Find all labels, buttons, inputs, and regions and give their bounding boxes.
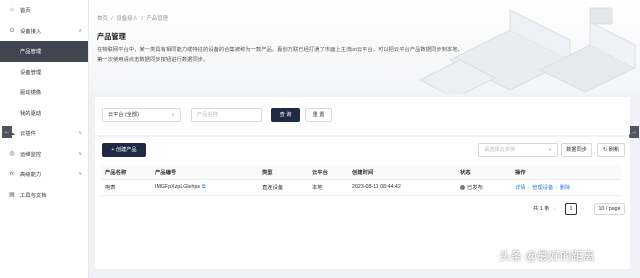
search-card: 云平台 (全部) ∨ 产品名称 查 询 重 置 [95, 97, 630, 135]
col-header-code: 产品编号 [151, 165, 258, 180]
sidebar-item-label: 运维监控 [20, 151, 42, 158]
query-button[interactable]: 查 询 [271, 108, 300, 122]
cell-product-code: IMGFpXzpLGlehps ⧉ [151, 179, 258, 196]
page-description-line: 在物联网平台中，某一类具有相同能力或特征的设备的合集被称为一款产品。嘉创万联已经… [97, 47, 463, 53]
sidebar-item-tools-docs[interactable]: ▤ 工具与文档 [0, 185, 88, 206]
cloud-instance-select[interactable]: 请选择云实例 ∨ [478, 143, 558, 157]
sidebar-item-label: 云插件 [20, 131, 36, 138]
docs-icon: ▤ [9, 192, 15, 199]
page-size-select[interactable]: 10 / page [594, 203, 625, 215]
reset-button[interactable]: 重 置 [305, 108, 332, 122]
device-icon: ⊙ [9, 28, 15, 35]
prev-page-icon[interactable]: ‹ [554, 203, 556, 215]
col-header-status: 状态 [456, 165, 511, 180]
cell-actions: 详情 / 管理设备 / 删除 [511, 179, 621, 196]
breadcrumb-current: 产品管理 [146, 16, 168, 22]
action-separator: / [528, 185, 530, 191]
refresh-label: 刷新 [608, 147, 620, 153]
col-header-platform: 云平台 [308, 165, 348, 180]
col-header-created: 创建时间 [348, 165, 456, 180]
chevron-down-icon: ∨ [78, 171, 82, 178]
data-sync-button[interactable]: 数据同步 [561, 143, 592, 157]
sidebar-item-ops-monitor[interactable]: ◎ 运维监控 ∨ [0, 144, 88, 165]
sidebar-item-cloud-plugin[interactable]: ☁ 云插件 ∨ [0, 123, 88, 144]
detail-link[interactable]: 详情 [515, 185, 526, 191]
sidebar-item-label: 产品管理 [20, 49, 42, 56]
copy-icon[interactable]: ⧉ [202, 184, 206, 190]
cloud-instance-placeholder: 请选择云实例 [484, 147, 516, 153]
product-code-text: IMGFpXzpLGlehps [155, 184, 201, 190]
product-name-input[interactable]: 产品名称 [191, 108, 262, 122]
cell-type: 直连设备 [258, 179, 308, 196]
manage-devices-link[interactable]: 管理设备 [532, 185, 553, 191]
sidebar-item-label: 我的驱动 [20, 110, 42, 117]
cell-product-name: 电表 [101, 179, 151, 196]
monitor-icon: ◎ [9, 151, 15, 158]
sidebar-item-device-access[interactable]: ⊙ 设备接入 ∧ [0, 21, 88, 42]
sidebar: ⌂ 首页 ⊙ 设备接入 ∧ 产品管理 设备管理 驱动镜像 我的驱动 ☁ 云插件 … [0, 0, 89, 278]
page-description-line: 第一次使用请点击数据同步按钮进行数据同步。 [97, 56, 209, 63]
home-icon: ⌂ [10, 7, 14, 14]
breadcrumb-sep: / [141, 16, 143, 22]
cell-created-time: 2023-08-11 08:44:42 [348, 179, 456, 196]
sidebar-item-product-management[interactable]: 产品管理 [0, 41, 88, 62]
product-name-placeholder: 产品名称 [197, 112, 218, 118]
sidebar-item-device-management[interactable]: 设备管理 [0, 62, 88, 83]
delete-link[interactable]: 删除 [560, 185, 571, 191]
action-separator: / [555, 185, 558, 191]
platform-select[interactable]: 云平台 (全部) ∨ [102, 108, 181, 122]
sidebar-item-label: 首页 [20, 8, 31, 15]
breadcrumb-home[interactable]: 首页 [97, 16, 108, 22]
breadcrumb: 首页 / 设备接入 / 产品管理 [97, 14, 170, 22]
status-badge: 已发布 [467, 185, 483, 191]
chevron-down-icon: ∨ [78, 150, 82, 157]
sidebar-item-driver-image[interactable]: 驱动镜像 [0, 82, 88, 103]
cell-status: 已发布 [456, 179, 511, 196]
chevron-down-icon: ∨ [548, 147, 552, 153]
next-page-icon[interactable]: › [582, 203, 584, 215]
chevron-up-icon: ∧ [78, 27, 82, 34]
watermark: 头条 @最好的距离 [499, 251, 595, 263]
chevron-down-icon: ∨ [78, 130, 82, 137]
sidebar-item-advanced[interactable]: fx 高级能力 ∨ [0, 164, 88, 185]
breadcrumb-device-access[interactable]: 设备接入 [116, 16, 138, 22]
sidebar-item-label: 设备管理 [20, 69, 42, 76]
refresh-button[interactable]: ↻ 刷新 [597, 143, 625, 157]
sidebar-item-label: 驱动镜像 [20, 90, 42, 97]
sidebar-item-my-driver[interactable]: 我的驱动 [0, 103, 88, 124]
platform-select-value: 云平台 (全部) [108, 112, 139, 118]
sidebar-item-label: 工具与文档 [20, 192, 47, 199]
col-header-name: 产品名称 [101, 165, 151, 180]
pagination-total: 共 1 条 [533, 206, 550, 212]
chevron-down-icon: ∨ [171, 112, 175, 118]
page-title: 产品管理 [97, 32, 126, 41]
collapse-left-arrow-icon[interactable]: ← [2, 126, 12, 138]
sidebar-item-label: 设备接入 [20, 28, 42, 35]
sidebar-item-label: 高级能力 [20, 172, 42, 179]
cell-platform: 本地 [308, 179, 348, 196]
breadcrumb-sep: / [111, 16, 113, 22]
page-number-current[interactable]: 1 [565, 203, 577, 215]
sidebar-item-home[interactable]: ⌂ 首页 [0, 0, 88, 21]
col-header-actions: 操作 [511, 165, 621, 180]
advanced-icon: fx [10, 171, 14, 178]
table-row: 电表 IMGFpXzpLGlehps ⧉ 直连设备 本地 2023-08-11 0… [101, 179, 621, 196]
main-content: 首页 / 设备接入 / 产品管理 产品管理 在物联网平台中，某一类具有相同能力或… [89, 0, 640, 278]
status-dot-icon [460, 185, 465, 191]
table-header-row: 产品名称 产品编号 类型 云平台 创建时间 状态 操作 [101, 165, 621, 180]
col-header-type: 类型 [258, 165, 308, 180]
create-product-button[interactable]: + 创建产品 [102, 143, 146, 157]
page-header: 首页 / 设备接入 / 产品管理 产品管理 在物联网平台中，某一类具有相同能力或… [89, 0, 640, 94]
product-table: 产品名称 产品编号 类型 云平台 创建时间 状态 操作 电表 IMGFpXzpL… [101, 165, 621, 196]
page-description: 在物联网平台中，某一类具有相同能力或特征的设备的合集被称为一款产品。嘉创万联已经… [97, 46, 517, 65]
